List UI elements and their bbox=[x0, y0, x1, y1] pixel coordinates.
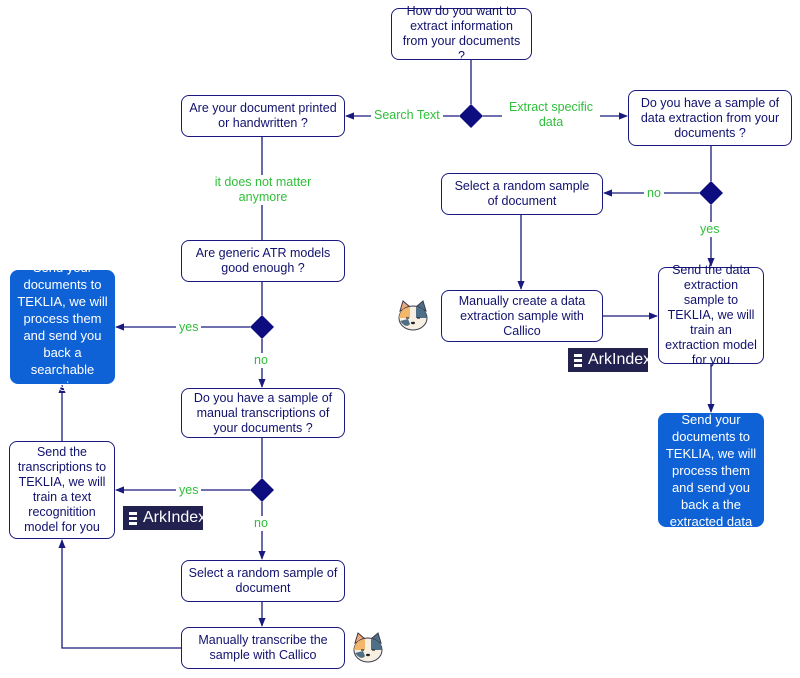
label-transcriptions-no: no bbox=[251, 516, 271, 531]
node-select-sample-left: Select a random sample of document bbox=[181, 560, 345, 602]
callico-cat-icon bbox=[353, 632, 383, 663]
label-search-text: Search Text bbox=[371, 108, 443, 123]
callico-cat-icon bbox=[398, 300, 428, 331]
decision-diamond-data-extraction bbox=[699, 181, 723, 205]
node-printed-or-handwritten: Are your document printed or handwritten… bbox=[181, 95, 345, 137]
label-atr-no: no bbox=[251, 353, 271, 368]
arkindex-logo-icon bbox=[574, 353, 582, 367]
node-manually-transcribe: Manually transcribe the sample with Call… bbox=[181, 627, 345, 669]
node-select-sample-right: Select a random sample of document bbox=[441, 173, 603, 215]
arkindex-badge-left: ArkIndex bbox=[123, 506, 207, 530]
arkindex-badge-right: ArkIndex bbox=[568, 348, 652, 372]
node-send-extraction-sample: Send the data extraction sample to TEKLI… bbox=[658, 263, 764, 367]
node-send-searchable: Send your documents to TEKLIA, we will p… bbox=[10, 260, 115, 394]
node-manual-transcriptions-sample: Do you have a sample of manual transcrip… bbox=[181, 388, 345, 438]
arkindex-logo-icon bbox=[129, 511, 137, 525]
label-atr-yes: yes bbox=[176, 320, 202, 335]
arkindex-label: ArkIndex bbox=[143, 509, 207, 526]
label-transcriptions-yes: yes bbox=[176, 483, 202, 498]
arkindex-label: ArkIndex bbox=[588, 351, 652, 368]
decision-diamond-manual-transcriptions bbox=[250, 478, 274, 502]
node-start-question: How do you want to extract information f… bbox=[391, 4, 532, 63]
node-generic-atr: Are generic ATR models good enough ? bbox=[181, 240, 345, 282]
edge-transcribe-to-send bbox=[58, 539, 181, 649]
label-does-not-matter: it does not matter anymore bbox=[205, 175, 321, 205]
node-data-extraction-sample: Do you have a sample of data extraction … bbox=[628, 90, 792, 146]
label-extract-specific: Extract specific data bbox=[502, 100, 600, 130]
node-send-extracted: Send your documents to TEKLIA, we will p… bbox=[658, 412, 764, 529]
node-send-transcriptions: Send the transcriptions to TEKLIA, we wi… bbox=[9, 441, 115, 539]
label-extraction-no: no bbox=[644, 186, 664, 201]
decision-diamond-extraction-type bbox=[459, 104, 483, 128]
label-extraction-yes: yes bbox=[697, 222, 723, 237]
decision-diamond-generic-atr bbox=[250, 315, 274, 339]
node-manually-create: Manually create a data extraction sample… bbox=[441, 290, 603, 342]
